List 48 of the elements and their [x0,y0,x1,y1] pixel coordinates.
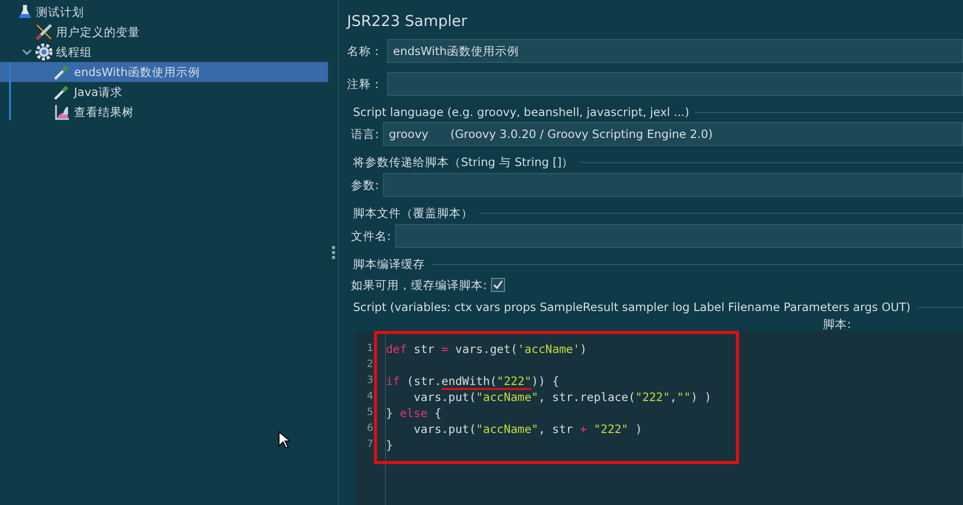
code-line: vars.put("accName", str.replace("222","") ) [412,390,712,404]
dropper-icon [53,83,71,101]
line-number: 4 [366,390,374,404]
line-number: 5 [366,406,374,420]
script-label: 脚本: [823,317,851,331]
line-number: 2 [366,358,374,372]
code-line: def str = vars.get('accName') [386,342,587,356]
line-number: 7 [366,438,374,452]
chevron-icon[interactable] [22,47,32,57]
code-line: } [386,438,393,452]
code-line: if (str.endWith("222")) { [386,374,560,388]
language-dropdown[interactable]: groovy (Groovy 3.0.20 / Groovy Scripting Engine 2.0) [382,122,963,146]
tree-item[interactable]: 线程组 [0,42,328,62]
comment-field[interactable] [387,72,963,96]
field-label: 语言: [351,126,379,142]
tree-item[interactable]: 测试计划 [0,2,328,22]
name-field[interactable]: endsWith函数使用示例 [387,39,963,63]
code-line: vars.put("accName", str + "222" ) [412,422,642,436]
tree-item[interactable]: 查看结果树 [0,102,328,122]
checkbox-label: 如果可用，缓存编译脚本: [351,278,487,292]
group-title: 脚本编译缓存 [353,257,425,272]
splitter-handle-icon[interactable] [332,246,334,259]
parameters-field[interactable] [382,173,963,197]
line-number: 1 [366,342,374,356]
tree-item[interactable]: 用户定义的变量 [0,22,328,42]
flask-icon [17,4,33,20]
group-title: Script language (e.g. groovy, beanshell, javascript, jexl ...) [353,105,690,119]
group-title: 将参数传递给脚本（String 与 String []） [353,155,574,170]
group-title: 脚本文件（覆盖脚本） [353,206,473,221]
tree-item[interactable]: Java请求 [0,82,328,102]
tools-icon [35,23,53,41]
group-title: Script (variables: ctx vars props SampleResult sampler log Label Filename Parameters args OUT) [353,300,911,314]
filename-field[interactable] [394,224,963,248]
mouse-pointer-icon [278,431,290,449]
panel-title: JSR223 Sampler [347,12,468,30]
graph-icon [53,103,71,121]
field-label: 文件名: [351,228,391,244]
tree-item[interactable]: endsWith函数使用示例 [0,62,328,82]
field-label: 参数: [351,178,379,192]
dropper-icon [53,63,71,81]
field-label: 注释： [347,76,383,92]
code-line: } else { [386,406,442,420]
gear-icon [35,43,53,61]
field-label: 名称： [347,44,383,58]
line-number: 3 [366,374,374,388]
line-number: 6 [366,422,374,436]
code-editor[interactable]: 1 2 3 4 5 6 7 def str = vars.get('accName') if (str.endWith("222")) { vars.put("accName", str.replace("222","") ) } else { vars.put("accName", str + "222" ) } [355,331,963,505]
checkbox[interactable] [490,278,505,292]
